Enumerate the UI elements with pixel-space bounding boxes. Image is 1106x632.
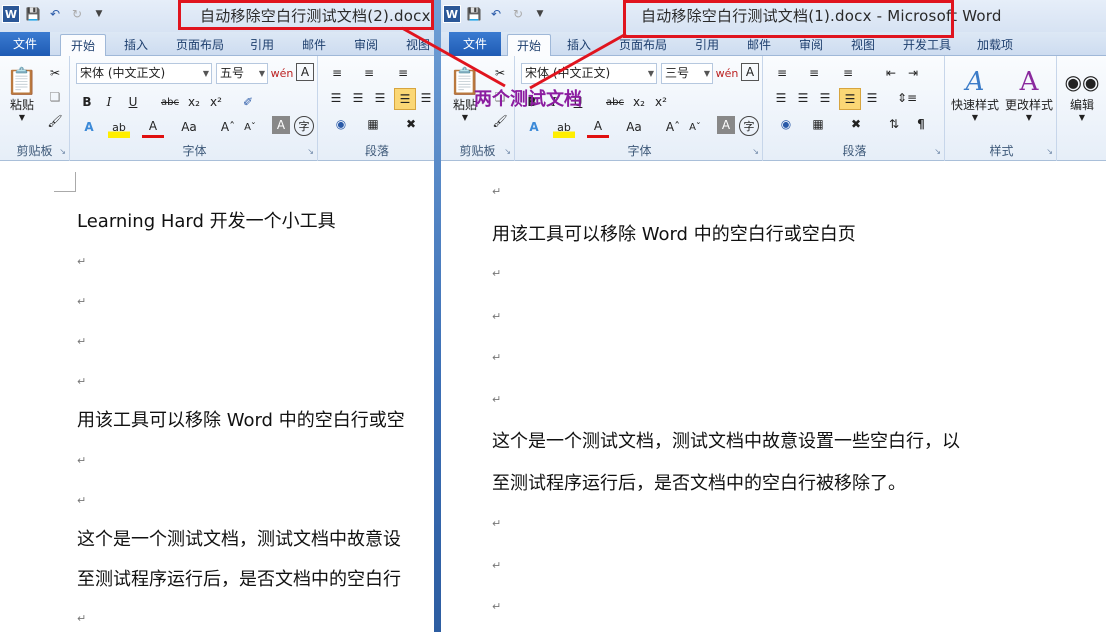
annotation-label: 两个测试文档 [474,89,582,110]
arrow-to-right-title [529,32,627,90]
arrow-to-left-title [401,26,506,88]
